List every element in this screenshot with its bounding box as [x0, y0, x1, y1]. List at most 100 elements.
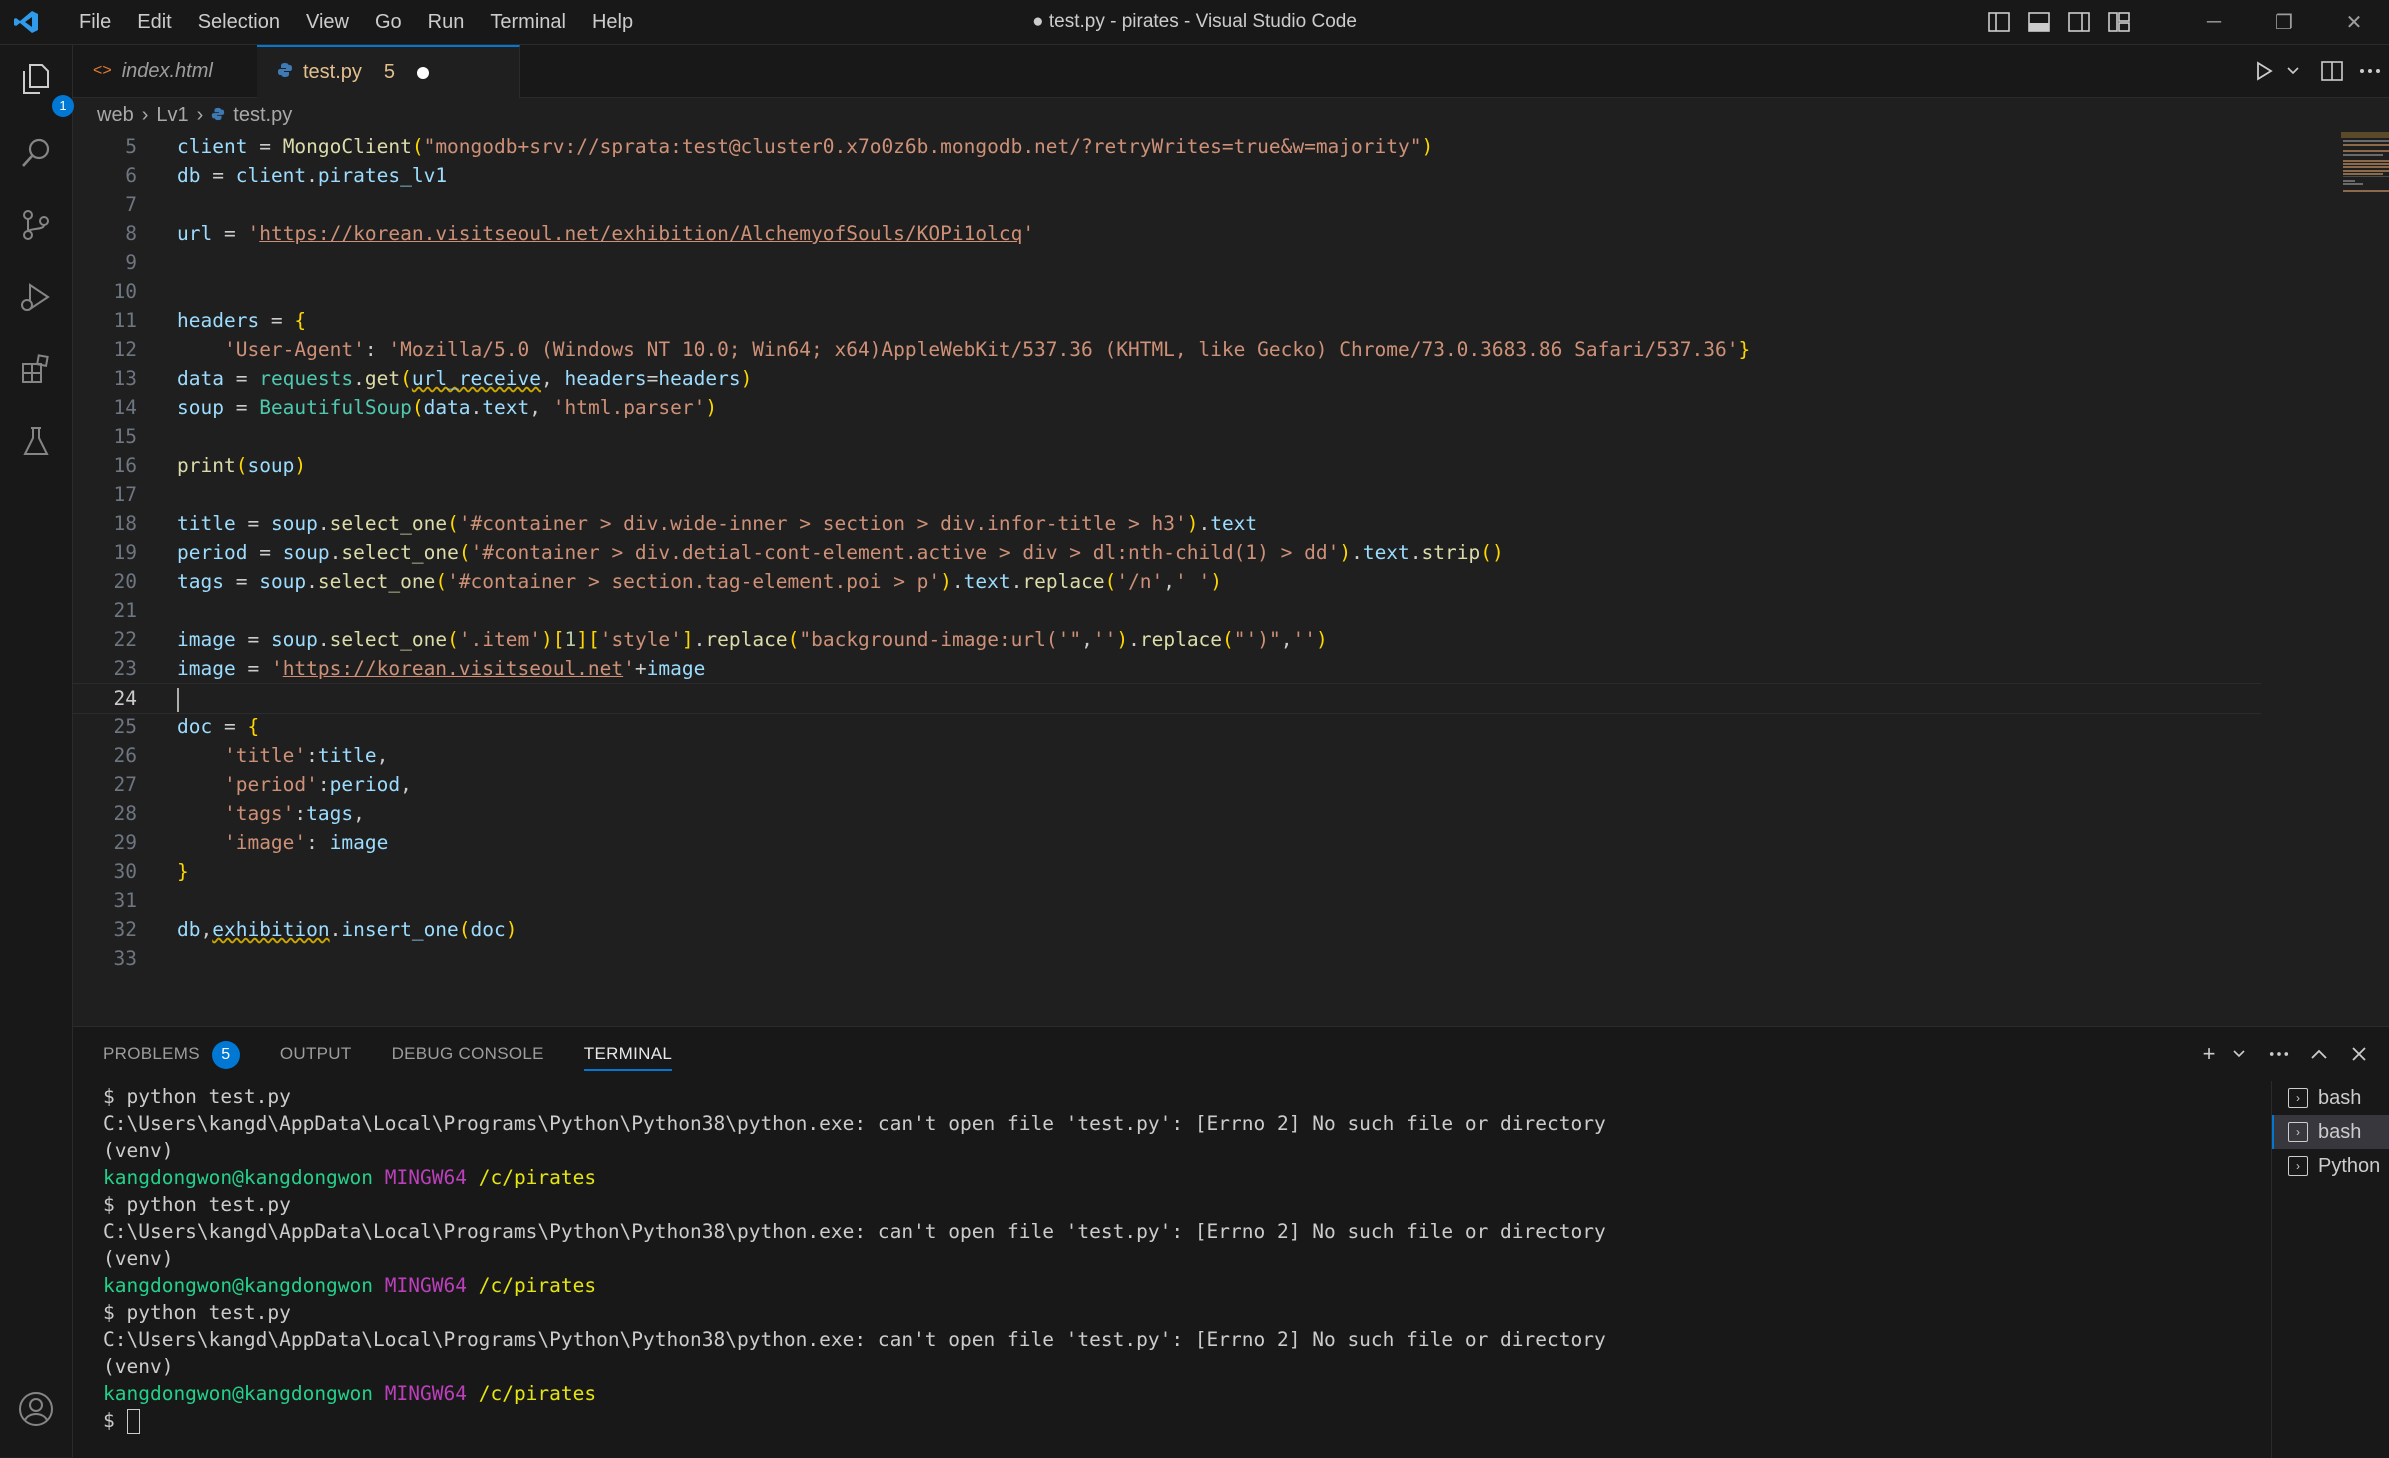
- code-line[interactable]: client = MongoClient("mongodb+srv://spra…: [177, 132, 1433, 161]
- minimap[interactable]: [2341, 132, 2389, 202]
- code-line[interactable]: doc = {: [177, 712, 259, 741]
- line-number: 12: [113, 338, 137, 361]
- account-icon[interactable]: [14, 1387, 58, 1431]
- url-link[interactable]: https://korean.visitseoul.net: [283, 657, 623, 680]
- code-line[interactable]: url = 'https://korean.visitseoul.net/exh…: [177, 219, 1034, 248]
- terminal-icon: ›: [2288, 1122, 2308, 1142]
- minimize-button[interactable]: ─: [2179, 0, 2249, 44]
- line-number: 11: [113, 309, 137, 332]
- search-icon[interactable]: [14, 131, 58, 175]
- code-line[interactable]: tags = soup.select_one('#container > sec…: [177, 567, 1222, 596]
- code-line[interactable]: image = soup.select_one('.item')[1]['sty…: [177, 625, 1328, 654]
- terminal-list: › bash › bash › Python: [2271, 1081, 2389, 1458]
- close-panel-icon[interactable]: [2339, 1034, 2379, 1074]
- chevron-down-icon[interactable]: [2283, 51, 2303, 91]
- line-number: 25: [113, 715, 137, 738]
- tab-output[interactable]: OUTPUT: [280, 1027, 352, 1081]
- extensions-icon[interactable]: [14, 347, 58, 391]
- code-line[interactable]: 'period':period,: [177, 770, 412, 799]
- maximize-panel-icon[interactable]: [2299, 1034, 2339, 1074]
- terminal-user: kangdongwon@kangdongwon: [103, 1382, 374, 1405]
- run-python-file-icon[interactable]: [2245, 51, 2283, 91]
- menu-terminal[interactable]: Terminal: [477, 0, 579, 44]
- breadcrumb-web[interactable]: web: [97, 104, 134, 127]
- code-line[interactable]: data = requests.get(url_receive, headers…: [177, 364, 752, 393]
- tab-terminal[interactable]: TERMINAL: [583, 1027, 673, 1081]
- toggle-secondary-sidebar-icon[interactable]: [2059, 0, 2099, 44]
- menu-bar: File Edit Selection View Go Run Terminal…: [66, 0, 646, 44]
- terminal-line: (venv): [103, 1139, 174, 1162]
- explorer-icon[interactable]: 1: [14, 57, 74, 117]
- menu-file[interactable]: File: [66, 0, 124, 44]
- code-line[interactable]: 'image': image: [177, 828, 388, 857]
- new-terminal-icon[interactable]: +: [2189, 1034, 2229, 1074]
- testing-icon[interactable]: [14, 419, 58, 463]
- terminal-cursor: [126, 1409, 140, 1434]
- code-line[interactable]: period = soup.select_one('#container > d…: [177, 538, 1504, 567]
- terminal-list-item-selected[interactable]: › bash: [2272, 1115, 2389, 1149]
- chevron-down-icon[interactable]: [2229, 1034, 2249, 1074]
- customize-layout-icon[interactable]: [2099, 0, 2139, 44]
- code-line[interactable]: headers = {: [177, 306, 306, 335]
- restore-button[interactable]: ❐: [2249, 0, 2319, 44]
- code-line[interactable]: db,exhibition.insert_one(doc): [177, 915, 518, 944]
- code-line[interactable]: title = soup.select_one('#container > di…: [177, 509, 1257, 538]
- code-line[interactable]: 'tags':tags,: [177, 799, 365, 828]
- line-number: 5: [125, 135, 137, 158]
- terminal-shell: MINGW64: [384, 1274, 467, 1297]
- code-editor[interactable]: 5 client = MongoClient("mongodb+srv://spr…: [73, 132, 2389, 1025]
- line-number: 22: [113, 628, 137, 651]
- more-actions-icon[interactable]: [2351, 51, 2389, 91]
- run-debug-icon[interactable]: [14, 275, 58, 319]
- menu-go[interactable]: Go: [362, 0, 415, 44]
- code-line[interactable]: db = client.pirates_lv1: [177, 161, 447, 190]
- toggle-panel-icon[interactable]: [2019, 0, 2059, 44]
- line-number: 6: [125, 164, 137, 187]
- terminal-shell: MINGW64: [384, 1166, 467, 1189]
- unsaved-indicator-icon[interactable]: [417, 66, 430, 79]
- code-line[interactable]: 'User-Agent': 'Mozilla/5.0 (Windows NT 1…: [177, 335, 1750, 364]
- title-bar: File Edit Selection View Go Run Terminal…: [0, 0, 2389, 45]
- breadcrumb-file[interactable]: test.py: [233, 104, 292, 127]
- line-number: 28: [113, 802, 137, 825]
- tab-debug-console[interactable]: DEBUG CONSOLE: [392, 1027, 544, 1081]
- code-line[interactable]: print(soup): [177, 451, 306, 480]
- menu-help[interactable]: Help: [579, 0, 646, 44]
- line-number: 9: [125, 251, 137, 274]
- source-control-icon[interactable]: [14, 203, 58, 247]
- code-line[interactable]: image = 'https://korean.visitseoul.net'+…: [177, 654, 705, 683]
- terminal-line: $ python test.py: [103, 1301, 291, 1324]
- tab-test-py[interactable]: test.py 5: [257, 45, 520, 98]
- tab-problem-count: 5: [383, 61, 396, 83]
- toggle-primary-sidebar-icon[interactable]: [1979, 0, 2019, 44]
- terminal-path: /c/pirates: [478, 1166, 597, 1189]
- vscode-logo-icon: [14, 11, 38, 33]
- code-line-current[interactable]: [177, 684, 179, 713]
- terminal-output[interactable]: $ python test.py C:\Users\kangd\AppData\…: [103, 1083, 2263, 1453]
- menu-edit[interactable]: Edit: [124, 0, 184, 44]
- tab-index-html[interactable]: <> index.html: [73, 45, 258, 97]
- line-number: 27: [113, 773, 137, 796]
- menu-selection[interactable]: Selection: [185, 0, 293, 44]
- more-actions-icon[interactable]: [2259, 1034, 2299, 1074]
- terminal-prompt: $: [103, 1409, 115, 1432]
- close-window-button[interactable]: ✕: [2319, 0, 2389, 44]
- url-link[interactable]: https://korean.visitseoul.net/exhibition…: [259, 222, 1022, 245]
- terminal-line: C:\Users\kangd\AppData\Local\Programs\Py…: [103, 1328, 1606, 1351]
- code-line[interactable]: 'title':title,: [177, 741, 388, 770]
- line-number: 8: [125, 222, 137, 245]
- line-number: 16: [113, 454, 137, 477]
- code-line[interactable]: soup = BeautifulSoup(data.text, 'html.pa…: [177, 393, 717, 422]
- line-number: 17: [113, 483, 137, 506]
- tab-problems[interactable]: PROBLEMS 5: [103, 1027, 240, 1081]
- terminal-path: /c/pirates: [478, 1274, 597, 1297]
- breadcrumb-lv1[interactable]: Lv1: [156, 104, 188, 127]
- code-line[interactable]: }: [177, 857, 189, 886]
- terminal-list-item[interactable]: › bash: [2272, 1081, 2389, 1115]
- terminal-list-item[interactable]: › Python: [2272, 1149, 2389, 1183]
- line-number: 18: [113, 512, 137, 535]
- line-number: 23: [113, 657, 137, 680]
- menu-run[interactable]: Run: [415, 0, 478, 44]
- split-editor-icon[interactable]: [2313, 51, 2351, 91]
- menu-view[interactable]: View: [293, 0, 362, 44]
